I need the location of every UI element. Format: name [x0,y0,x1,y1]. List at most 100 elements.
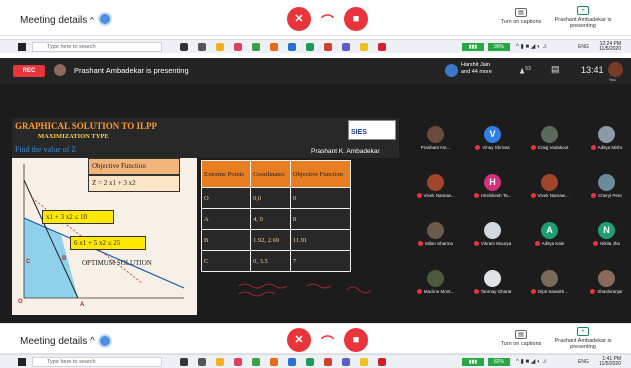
table-header-cell: Objective Function [289,160,352,188]
table-row: O 0,0 0 [200,187,352,209]
captions-button[interactable]: ▤ Turn on captions [500,8,542,25]
present-icon: + [577,6,589,15]
mic-muted-icon [534,241,540,247]
participant-tile[interactable]: Vikram Mourya [464,218,521,256]
taskbar-clock[interactable]: 12:24 PM 11/5/2020 [599,42,621,52]
shield-icon[interactable] [98,334,112,348]
top-meeting-bar: Meeting details ^ ✕ ⌒ ■ ▤ Turn on caption… [0,0,631,36]
participant-avatar [541,174,558,191]
people-icon[interactable]: ♟53 [519,66,531,75]
participant-name-text: Milan Sharma [425,241,453,246]
tray-icons[interactable]: ^ ▮ ■ ◢ ◐ ♫ [516,43,547,50]
participant-tile[interactable]: H Hrishikesh Ta... [464,170,521,208]
meeting-details-button[interactable]: Meeting details ^ [20,15,94,26]
camera-off-button[interactable]: ■ [344,328,368,352]
participant-name-text: Vivek Namaw... [423,193,455,198]
mic-muted-icon [473,193,479,199]
app-icon[interactable] [234,43,242,51]
task-view-icon[interactable] [180,43,188,51]
pdf-icon[interactable] [378,358,386,366]
participant-tile[interactable]: Tanmay Gharat [464,266,521,304]
point-a-label: A [80,302,85,308]
recording-badge: REC [13,65,45,77]
app-icon[interactable] [324,358,332,366]
participant-tile[interactable]: A Aditya Kale [521,218,578,256]
participant-tile[interactable]: Cheryl Pere [578,170,631,208]
language-indicator[interactable]: ENG [578,359,589,365]
captions-button[interactable]: ▤ Turn on captions [500,330,542,347]
app-icon[interactable] [198,43,206,51]
shield-icon[interactable] [98,12,112,26]
participant-tile[interactable]: Milan Sharma [407,218,464,256]
slide-author: Prashant K. Ambadekar [311,148,380,155]
you-label: You [609,77,616,82]
participant-tile[interactable]: Dipti Sawakh... [521,266,578,304]
camera-off-button[interactable]: ■ [344,7,368,31]
taskbar-clock[interactable]: 1:41 PM 11/5/2020 [599,357,621,367]
teams-icon[interactable] [342,358,350,366]
app-icon[interactable] [324,43,332,51]
table-row: A 4, 0 8 [200,208,352,230]
app-icon[interactable] [306,43,314,51]
self-avatar[interactable] [608,62,623,77]
participant-tile[interactable]: Craig Vadakoot [521,122,578,160]
participant-tile[interactable]: N Nikita Jha [578,218,631,256]
app-icon[interactable] [288,358,296,366]
table-row: C 0, 3.5 7 [200,250,352,272]
tray-icons[interactable]: ^ ▮ ■ ◢ ◐ ♫ [516,358,547,365]
taskbar-search-input[interactable]: Type here to search [32,42,162,52]
participant-tile[interactable]: Prashant Am... [407,122,464,160]
taskbar-search-input[interactable]: Type here to search [32,357,162,367]
participant-avatar [427,126,444,143]
file-explorer-icon[interactable] [216,358,224,366]
meeting-details-button[interactable]: Meeting details ^ [20,336,95,347]
windows-start-icon[interactable] [18,43,26,51]
teams-icon[interactable] [342,43,350,51]
hangup-button[interactable]: ⌒ [321,332,334,351]
participant-avatar: N [598,222,615,239]
file-explorer-icon[interactable] [216,43,224,51]
mic-muted-button[interactable]: ✕ [287,7,311,31]
pdf-icon[interactable] [378,43,386,51]
participant-tile[interactable]: Aditya Mishr [578,122,631,160]
point-c-label: C [26,259,31,265]
participant-tile[interactable]: V Vinay Shrivas [464,122,521,160]
app-icon[interactable] [198,358,206,366]
participant-tile[interactable]: Shashiranjar [578,266,631,304]
participant-name-text: Vinay Shrivas [482,145,510,150]
participant-name-text: Dipti Sawakh... [537,289,568,294]
windows-start-icon[interactable] [18,358,26,366]
present-button[interactable]: + Prashant Ambadekar is presenting [553,6,613,29]
firefox-icon[interactable] [270,43,278,51]
present-button[interactable]: + Prashant Ambadekar is presenting [553,327,613,350]
participant-tile[interactable]: Vivek Namaw... [407,170,464,208]
table-cell: 1.92, 2.69 [250,229,291,251]
mic-muted-button[interactable]: ✕ [287,328,311,352]
graph-panel: Objective Function Z = 2 x1 + 3 x2 x1 + … [12,158,197,315]
mic-muted-icon [590,289,596,295]
firefox-icon[interactable] [270,358,278,366]
participant-tile[interactable]: Macline Mont... [407,266,464,304]
table-cell: 4, 0 [250,208,291,230]
mic-muted-icon [473,241,479,247]
participant-tile[interactable]: Vivek Namaw... [521,170,578,208]
app-icon[interactable] [360,358,368,366]
chrome-icon[interactable] [252,43,260,51]
app-icon[interactable] [234,358,242,366]
participants-badge[interactable]: Harshit Jain and 44 more [461,62,492,76]
slide-find-text: Find the value of Z [15,145,77,154]
table-cell: 11.91 [289,229,352,251]
participant-name: Vivek Namaw... [407,193,464,199]
mic-muted-icon [473,289,479,295]
app-icon[interactable] [306,358,314,366]
app-icon[interactable] [360,43,368,51]
chrome-icon[interactable] [252,358,260,366]
language-indicator[interactable]: ENG [578,44,589,50]
task-view-icon[interactable] [180,358,188,366]
hangup-button[interactable]: ⌒ [321,11,334,30]
participant-name: Vinay Shrivas [464,145,521,151]
network-indicator: ▮▮▮ [462,43,484,51]
captions-icon: ▤ [515,8,527,17]
chat-icon[interactable]: ▤ [551,64,560,75]
app-icon[interactable] [288,43,296,51]
